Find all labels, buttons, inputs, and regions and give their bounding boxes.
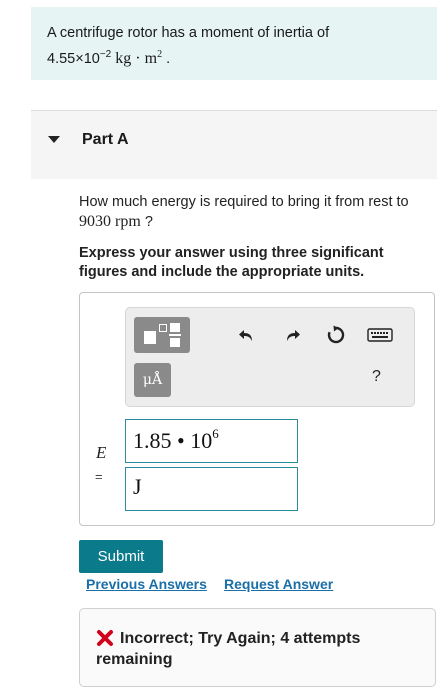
math-toolbar: μÅ ?	[125, 307, 415, 407]
instruction-text: Express your answer using three signific…	[79, 245, 384, 280]
units-button[interactable]: μÅ	[134, 363, 171, 397]
inertia-times-ten: ×10	[75, 51, 100, 67]
unit-input[interactable]: J	[125, 467, 298, 511]
inertia-unit-base: kg · m	[115, 50, 158, 67]
value-base: 1.85 • 10	[133, 428, 213, 453]
reset-icon[interactable]	[325, 324, 347, 346]
part-a-header[interactable]: Part A	[31, 111, 437, 179]
submit-button[interactable]: Submit	[79, 540, 163, 573]
caret-down-icon[interactable]	[48, 136, 60, 143]
problem-period: .	[166, 51, 171, 67]
inertia-exponent: −2	[99, 49, 112, 60]
feedback-box: Incorrect; Try Again; 4 attempts remaini…	[79, 608, 436, 687]
templates-icon[interactable]	[134, 317, 190, 353]
inertia-mantissa: 4.55	[47, 51, 76, 67]
keyboard-icon[interactable]	[367, 324, 393, 346]
undo-icon[interactable]	[236, 324, 258, 346]
inertia-unit-exp: 2	[157, 49, 163, 60]
question-prompt: How much energy is required to bring it …	[79, 194, 409, 210]
part-title: Part A	[82, 131, 129, 148]
equals-sign: =	[95, 469, 103, 484]
help-button[interactable]: ?	[372, 368, 381, 386]
question-value: 9030	[79, 213, 111, 230]
question-text: How much energy is required to bring it …	[79, 193, 439, 232]
problem-text: A centrifuge rotor has a moment of inert…	[47, 25, 330, 41]
problem-statement: A centrifuge rotor has a moment of inert…	[31, 7, 437, 80]
previous-answers-link[interactable]: Previous Answers	[86, 576, 207, 592]
answer-variable: E	[96, 443, 107, 462]
moment-of-inertia-value: 4.55×10−2 kg · m2 .	[47, 44, 437, 70]
feedback-text: Incorrect; Try Again; 4 attempts remaini…	[96, 630, 361, 668]
redo-icon[interactable]	[281, 324, 303, 346]
question-unit: rpm	[115, 213, 141, 230]
value-exponent: 6	[212, 426, 219, 441]
request-answer-link[interactable]: Request Answer	[224, 576, 333, 592]
inertia-unit: kg · m2	[115, 49, 163, 67]
answer-box: μÅ ? E = 1.85 • 106 J	[79, 292, 435, 526]
question-mark: ?	[144, 214, 153, 230]
value-input[interactable]: 1.85 • 106	[125, 419, 298, 463]
